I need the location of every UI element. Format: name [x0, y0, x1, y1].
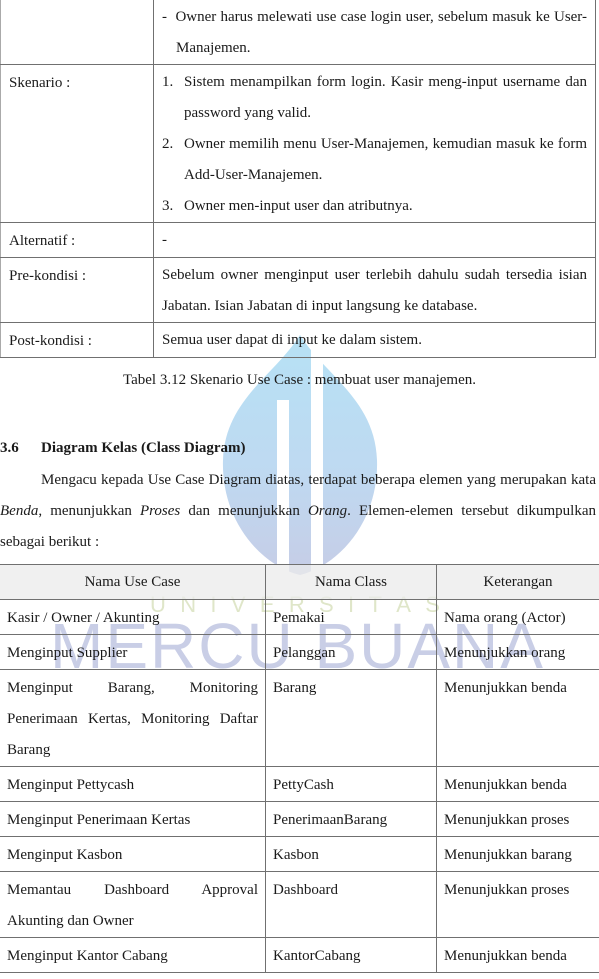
use-case-cell: Menginput Barang, Monitoring Penerimaan … — [0, 669, 266, 767]
class-name-cell: Kasbon — [265, 836, 437, 872]
row-label: Alternatif : — [0, 222, 154, 258]
use-case-cell: Menginput Penerimaan Kertas — [0, 801, 266, 837]
row-label: Pre-kondisi : — [0, 257, 154, 323]
table-caption: Tabel 3.12 Skenario Use Case : membuat u… — [122, 372, 476, 388]
scenario-steps: 1. Sistem menampilkan form login. Kasir m… — [162, 67, 587, 222]
table-row: Alternatif : - — [0, 222, 596, 258]
description-cell: Menunjukkan benda — [436, 766, 599, 802]
row-value: Semua user dapat di input ke dalam siste… — [153, 322, 596, 358]
use-case-cell: Menginput Supplier — [0, 634, 266, 670]
use-case-cell: Kasir / Owner / Akunting — [0, 599, 266, 635]
table-row: - Owner harus melewati use case login us… — [0, 0, 596, 65]
table-row: Menginput Kantor Cabang KantorCabang Menun… — [0, 937, 599, 973]
description-cell: Menunjukkan proses — [436, 871, 599, 938]
usecase-scenario-table: - Owner harus melewati use case login us… — [0, 0, 596, 358]
row-value: - Owner harus melewati use case login us… — [153, 0, 596, 65]
table-row: Menginput Supplier Pelanggan Menunjukkan o… — [0, 634, 599, 670]
class-name-cell: KantorCabang — [265, 937, 437, 973]
row-value: - — [153, 222, 596, 258]
row-value: Sebelum owner menginput user terlebih da… — [153, 257, 596, 323]
use-case-cell: Menginput Kantor Cabang — [0, 937, 266, 973]
section-heading: Diagram Kelas (Class Diagram) — [41, 440, 246, 456]
column-header: Nama Use Case — [0, 564, 266, 600]
use-case-cell: Memantau Dashboard Approval Akunting dan… — [0, 871, 266, 938]
class-name-cell: Pelanggan — [265, 634, 437, 670]
class-name-cell: PenerimaanBarang — [265, 801, 437, 837]
description-cell: Menunjukkan benda — [436, 937, 599, 973]
class-table-body: Kasir / Owner / Akunting Pemakai Nama oran… — [0, 599, 599, 973]
class-name-cell: PettyCash — [265, 766, 437, 802]
column-header: Keterangan — [436, 564, 599, 600]
scenario-step: 2. Owner memilih menu User-Manajemen, kem… — [162, 136, 587, 183]
table-row: Menginput Penerimaan Kertas PenerimaanBar… — [0, 801, 599, 837]
table-row: Pre-kondisi : Sebelum owner menginput us… — [0, 257, 596, 323]
table-row: Menginput Barang, Monitoring Penerimaan … — [0, 669, 599, 767]
section-paragraph: Mengacu kepada Use Case Diagram diatas, … — [0, 472, 597, 550]
table-row: Post-kondisi : Semua user dapat di input… — [0, 322, 596, 358]
dash-list-item: - Owner harus melewati use case login us… — [162, 9, 588, 56]
row-label: Skenario : — [0, 64, 154, 223]
row-label: Post-kondisi : — [0, 322, 154, 358]
row-value: 1. Sistem menampilkan form login. Kasir m… — [153, 64, 596, 223]
description-cell: Menunjukkan benda — [436, 669, 599, 767]
table-header-row: Nama Use Case Nama Class Keterangan — [0, 564, 599, 600]
table-row: Menginput Kasbon Kasbon Menunjukkan barang — [0, 836, 599, 872]
use-case-cell: Menginput Pettycash — [0, 766, 266, 802]
row-label — [0, 0, 154, 65]
scenario-step: 1. Sistem menampilkan form login. Kasir m… — [162, 74, 587, 121]
class-name-cell: Dashboard — [265, 871, 437, 938]
scenario-step: 3. Owner men-input user dan atributnya. — [162, 198, 413, 214]
table-row: Kasir / Owner / Akunting Pemakai Nama oran… — [0, 599, 599, 635]
class-mapping-table: Nama Use Case Nama Class Keterangan Kasi… — [0, 564, 599, 973]
table-row: Memantau Dashboard Approval Akunting dan… — [0, 871, 599, 938]
description-cell: Nama orang (Actor) — [436, 599, 599, 635]
description-cell: Menunjukkan orang — [436, 634, 599, 670]
section-number: 3.6 — [0, 440, 19, 456]
table-row: Menginput Pettycash PettyCash Menunjukkan … — [0, 766, 599, 802]
description-cell: Menunjukkan barang — [436, 836, 599, 872]
class-name-cell: Pemakai — [265, 599, 437, 635]
table-row: Skenario : 1. Sistem menampilkan form log… — [0, 64, 596, 223]
class-name-cell: Barang — [265, 669, 437, 767]
column-header: Nama Class — [265, 564, 437, 600]
description-cell: Menunjukkan proses — [436, 801, 599, 837]
use-case-cell: Menginput Kasbon — [0, 836, 266, 872]
